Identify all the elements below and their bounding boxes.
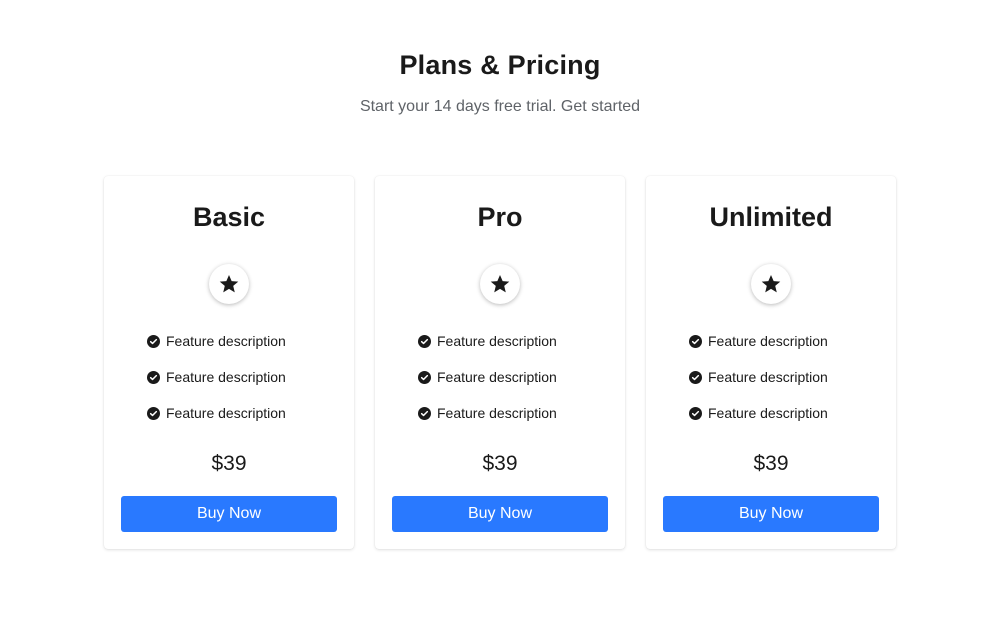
buy-now-button[interactable]: Buy Now	[121, 496, 337, 532]
star-icon	[219, 275, 239, 293]
feature-label: Feature description	[708, 405, 828, 421]
feature-item: Feature description	[418, 368, 618, 386]
feature-label: Feature description	[166, 405, 286, 421]
feature-item: Feature description	[147, 332, 347, 350]
feature-item: Feature description	[689, 404, 889, 422]
feature-item: Feature description	[689, 368, 889, 386]
plan-price: $39	[211, 452, 247, 475]
plan-title: Unlimited	[709, 202, 833, 232]
star-icon	[490, 275, 510, 293]
plan-price: $39	[753, 452, 789, 475]
plan-card-unlimited: Unlimited Feature description Feature de…	[646, 176, 896, 549]
check-circle-icon	[689, 334, 702, 348]
feature-item: Feature description	[418, 332, 618, 350]
feature-label: Feature description	[166, 369, 286, 385]
feature-label: Feature description	[437, 333, 557, 349]
plan-price: $39	[482, 452, 518, 475]
feature-item: Feature description	[147, 404, 347, 422]
pricing-cards: Basic Feature description Feature descri…	[104, 176, 896, 549]
check-circle-icon	[418, 370, 431, 384]
check-circle-icon	[147, 334, 160, 348]
plan-title: Basic	[192, 202, 266, 232]
check-circle-icon	[689, 406, 702, 420]
plan-icon-badge	[751, 264, 791, 304]
plan-card-basic: Basic Feature description Feature descri…	[104, 176, 354, 549]
page-subtitle: Start your 14 days free trial. Get start…	[359, 98, 641, 115]
feature-label: Feature description	[437, 405, 557, 421]
feature-item: Feature description	[147, 368, 347, 386]
check-circle-icon	[147, 406, 160, 420]
feature-label: Feature description	[708, 333, 828, 349]
feature-list: Feature description Feature description …	[147, 332, 347, 440]
star-icon	[761, 275, 781, 293]
feature-list: Feature description Feature description …	[689, 332, 889, 440]
feature-item: Feature description	[689, 332, 889, 350]
check-circle-icon	[418, 334, 431, 348]
feature-label: Feature description	[166, 333, 286, 349]
feature-label: Feature description	[437, 369, 557, 385]
plan-card-pro: Pro Feature description Feature descript…	[375, 176, 625, 549]
pricing-page: Plans & Pricing Start your 14 days free …	[0, 0, 1000, 625]
check-circle-icon	[147, 370, 160, 384]
plan-icon-badge	[209, 264, 249, 304]
check-circle-icon	[418, 406, 431, 420]
feature-item: Feature description	[418, 404, 618, 422]
feature-list: Feature description Feature description …	[418, 332, 618, 440]
page-title: Plans & Pricing	[399, 50, 601, 80]
plan-icon-badge	[480, 264, 520, 304]
plan-title: Pro	[477, 202, 523, 232]
feature-label: Feature description	[708, 369, 828, 385]
buy-now-button[interactable]: Buy Now	[663, 496, 879, 532]
check-circle-icon	[689, 370, 702, 384]
buy-now-button[interactable]: Buy Now	[392, 496, 608, 532]
